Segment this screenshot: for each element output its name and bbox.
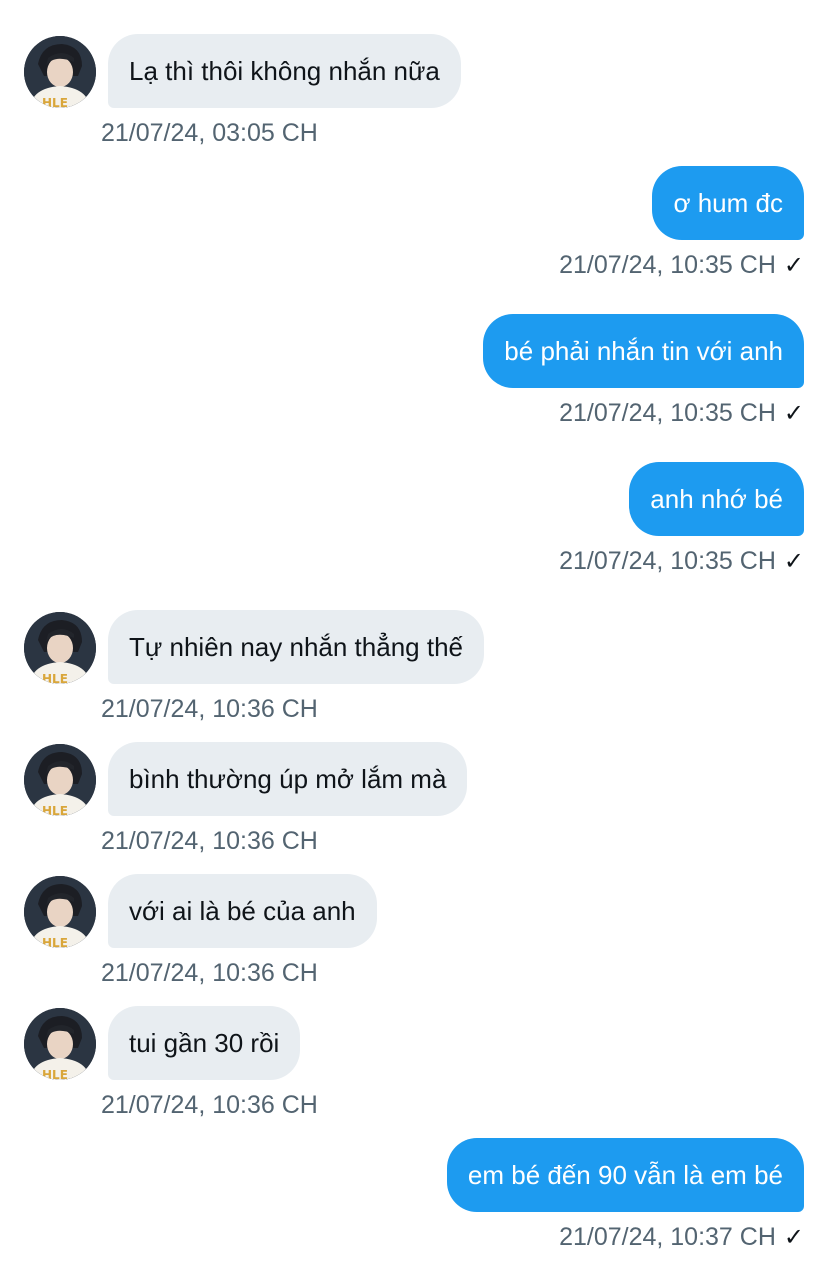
check-icon: ✓ — [783, 252, 804, 279]
message-bubble[interactable]: tui gần 30 rồi — [108, 1006, 301, 1080]
message-bubble[interactable]: bé phải nhắn tin với anh — [483, 314, 804, 388]
svg-text:HLE: HLE — [42, 936, 68, 948]
message-timestamp: 21/07/24, 10:36 CH — [101, 694, 318, 724]
timestamp-text: 21/07/24, 10:35 CH — [559, 547, 776, 575]
message-bubble[interactable]: em bé đến 90 vẫn là em bé — [446, 1138, 804, 1212]
message-bubble[interactable]: bình thường úp mở lắm mà — [108, 742, 468, 816]
message-bubble[interactable]: ơ hum đc — [652, 166, 804, 240]
message-bubble[interactable]: Lạ thì thôi không nhắn nữa — [108, 34, 461, 108]
check-icon: ✓ — [783, 1224, 804, 1251]
message-timestamp: 21/07/24, 10:36 CH — [101, 1090, 318, 1120]
timestamp-text: 21/07/24, 10:36 CH — [101, 827, 318, 855]
timestamp-text: 21/07/24, 10:35 CH — [559, 251, 776, 279]
message-timestamp: 21/07/24, 10:35 CH ✓ — [559, 250, 804, 281]
message-bubble[interactable]: anh nhớ bé — [629, 462, 804, 536]
message-timestamp: 21/07/24, 10:37 CH ✓ — [559, 1222, 804, 1253]
svg-text:HLE: HLE — [42, 1068, 68, 1080]
avatar[interactable]: HLE — [24, 876, 96, 948]
timestamp-text: 21/07/24, 03:05 CH — [101, 119, 318, 147]
timestamp-text: 21/07/24, 10:36 CH — [101, 695, 318, 723]
timestamp-text: 21/07/24, 10:36 CH — [101, 959, 318, 987]
svg-text:HLE: HLE — [42, 96, 68, 108]
message-timestamp: 21/07/24, 10:36 CH — [101, 958, 318, 988]
avatar[interactable]: HLE — [24, 612, 96, 684]
message-timestamp: 21/07/24, 10:36 CH — [101, 826, 318, 856]
message-timestamp: 21/07/24, 03:05 CH — [101, 118, 318, 148]
avatar[interactable]: HLE — [24, 1008, 96, 1080]
timestamp-text: 21/07/24, 10:35 CH — [559, 399, 776, 427]
message-bubble[interactable]: Tự nhiên nay nhắn thẳng thế — [108, 610, 484, 684]
svg-text:HLE: HLE — [42, 672, 68, 684]
avatar[interactable]: HLE — [24, 36, 96, 108]
check-icon: ✓ — [783, 548, 804, 575]
timestamp-text: 21/07/24, 10:36 CH — [101, 1091, 318, 1119]
svg-text:HLE: HLE — [42, 804, 68, 816]
message-bubble[interactable]: với ai là bé của anh — [108, 874, 377, 948]
timestamp-text: 21/07/24, 10:37 CH — [559, 1223, 776, 1251]
message-timestamp: 21/07/24, 10:35 CH ✓ — [559, 546, 804, 577]
avatar[interactable]: HLE — [24, 744, 96, 816]
check-icon: ✓ — [783, 400, 804, 427]
message-timestamp: 21/07/24, 10:35 CH ✓ — [559, 398, 804, 429]
